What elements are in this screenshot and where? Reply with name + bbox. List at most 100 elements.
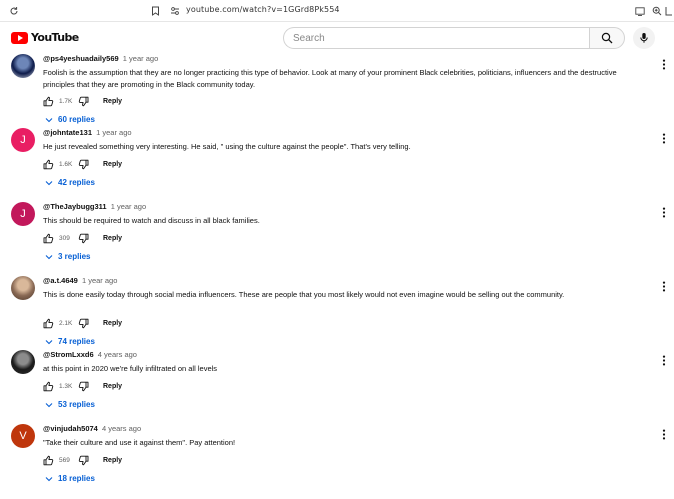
reload-icon[interactable] <box>6 3 22 19</box>
like-count: 1.3K <box>59 382 73 390</box>
comment-actions: 1.3K Reply <box>43 380 122 392</box>
comment-timestamp[interactable]: 1 year ago <box>123 54 158 63</box>
more-actions-icon[interactable] <box>660 280 668 292</box>
bookmark-icon[interactable] <box>147 3 163 19</box>
like-icon[interactable] <box>43 233 54 244</box>
more-actions-icon[interactable] <box>660 354 668 366</box>
youtube-logo-text: YouTube <box>31 31 79 44</box>
comment-timestamp[interactable]: 1 year ago <box>111 202 146 211</box>
avatar[interactable]: J <box>11 202 35 226</box>
avatar[interactable]: J <box>11 128 35 152</box>
comment-text: This is done easily today through social… <box>43 290 565 299</box>
replies-count: 74 replies <box>58 337 95 346</box>
comment-actions: 1.6K Reply <box>43 158 122 170</box>
dislike-icon[interactable] <box>78 318 89 329</box>
reply-button[interactable]: Reply <box>103 383 122 390</box>
comment-thread: @StromLxxd6 4 years ago at this point in… <box>0 350 674 424</box>
chevron-down-icon <box>45 402 53 407</box>
replies-count: 3 replies <box>58 252 91 261</box>
reply-button[interactable]: Reply <box>103 98 122 105</box>
comment-actions: 2.1K Reply <box>43 317 122 329</box>
youtube-header: YouTube <box>0 22 674 54</box>
like-count: 1.6K <box>59 160 73 168</box>
avatar[interactable] <box>11 54 35 78</box>
search-input[interactable] <box>284 28 589 49</box>
like-icon[interactable] <box>43 96 54 107</box>
replies-count: 60 replies <box>58 115 95 124</box>
reply-button[interactable]: Reply <box>103 235 122 242</box>
comment-thread: @ps4yeshuadaily569 1 year ago Foolish is… <box>0 54 674 128</box>
comment-text: He just revealed something very interest… <box>43 142 411 151</box>
site-settings-icon[interactable] <box>167 3 183 19</box>
youtube-play-icon <box>11 31 28 44</box>
reply-button[interactable]: Reply <box>103 320 122 327</box>
comment-timestamp[interactable]: 4 years ago <box>98 350 137 359</box>
comment-timestamp[interactable]: 1 year ago <box>82 276 117 285</box>
comment-author[interactable]: @vinjudah5074 <box>43 424 98 433</box>
chevron-down-icon <box>45 117 53 122</box>
address-bar[interactable]: youtube.com/watch?v=1GGrd8Pk554 <box>186 5 340 14</box>
comment-author[interactable]: @StromLxxd6 <box>43 350 94 359</box>
dislike-icon[interactable] <box>78 455 89 466</box>
like-icon[interactable] <box>43 455 54 466</box>
comment-actions: 1.7K Reply <box>43 95 122 107</box>
zoom-icon[interactable] <box>649 3 665 19</box>
more-actions-icon[interactable] <box>660 132 668 144</box>
comment-timestamp[interactable]: 1 year ago <box>96 128 131 137</box>
dislike-icon[interactable] <box>78 159 89 170</box>
replies-count: 18 replies <box>58 474 95 483</box>
comment-author[interactable]: @johntate131 <box>43 128 92 137</box>
search-button[interactable] <box>589 27 625 49</box>
like-count: 309 <box>59 234 70 242</box>
comment-header: @a.t.4649 1 year ago <box>43 276 117 285</box>
view-replies-button[interactable]: 3 replies <box>45 252 90 261</box>
comment-author[interactable]: @a.t.4649 <box>43 276 78 285</box>
comment-author[interactable]: @ps4yeshuadaily569 <box>43 54 119 63</box>
like-icon[interactable] <box>43 318 54 329</box>
more-actions-icon[interactable] <box>660 428 668 440</box>
extensions-icon[interactable] <box>664 3 674 19</box>
voice-search-button[interactable] <box>633 27 655 49</box>
like-count: 2.1K <box>59 319 73 327</box>
browser-toolbar: youtube.com/watch?v=1GGrd8Pk554 <box>0 0 674 22</box>
like-count: 1.7K <box>59 97 73 105</box>
comment-text: "Take their culture and use it against t… <box>43 438 236 447</box>
comment-timestamp[interactable]: 4 years ago <box>102 424 141 433</box>
cast-icon[interactable] <box>632 3 648 19</box>
dislike-icon[interactable] <box>78 96 89 107</box>
comment-thread: J @TheJaybugg311 1 year ago This should … <box>0 202 674 276</box>
dislike-icon[interactable] <box>78 233 89 244</box>
chevron-down-icon <box>45 254 53 259</box>
reply-button[interactable]: Reply <box>103 457 122 464</box>
more-actions-icon[interactable] <box>660 58 668 70</box>
avatar[interactable] <box>11 350 35 374</box>
view-replies-button[interactable]: 18 replies <box>45 474 95 483</box>
like-icon[interactable] <box>43 381 54 392</box>
like-icon[interactable] <box>43 159 54 170</box>
comment-thread: V @vinjudah5074 4 years ago "Take their … <box>0 424 674 498</box>
like-count: 569 <box>59 456 70 464</box>
view-replies-button[interactable]: 74 replies <box>45 337 95 346</box>
search-box[interactable] <box>283 27 589 49</box>
comment-header: @johntate131 1 year ago <box>43 128 132 137</box>
dislike-icon[interactable] <box>78 381 89 392</box>
view-replies-button[interactable]: 53 replies <box>45 400 95 409</box>
comment-header: @vinjudah5074 4 years ago <box>43 424 141 433</box>
comment-header: @ps4yeshuadaily569 1 year ago <box>43 54 158 63</box>
replies-count: 42 replies <box>58 178 95 187</box>
comment-author[interactable]: @TheJaybugg311 <box>43 202 107 211</box>
avatar[interactable]: V <box>11 424 35 448</box>
view-replies-button[interactable]: 60 replies <box>45 115 95 124</box>
chevron-down-icon <box>45 476 53 481</box>
view-replies-button[interactable]: 42 replies <box>45 178 95 187</box>
replies-count: 53 replies <box>58 400 95 409</box>
comment-header: @StromLxxd6 4 years ago <box>43 350 137 359</box>
comment-text: at this point in 2020 we're fully infilt… <box>43 364 218 373</box>
chevron-down-icon <box>45 339 53 344</box>
avatar[interactable] <box>11 276 35 300</box>
reply-button[interactable]: Reply <box>103 161 122 168</box>
youtube-logo[interactable]: YouTube <box>11 31 79 44</box>
more-actions-icon[interactable] <box>660 206 668 218</box>
microphone-icon <box>640 33 648 43</box>
comment-thread: J @johntate131 1 year ago He just reveal… <box>0 128 674 202</box>
